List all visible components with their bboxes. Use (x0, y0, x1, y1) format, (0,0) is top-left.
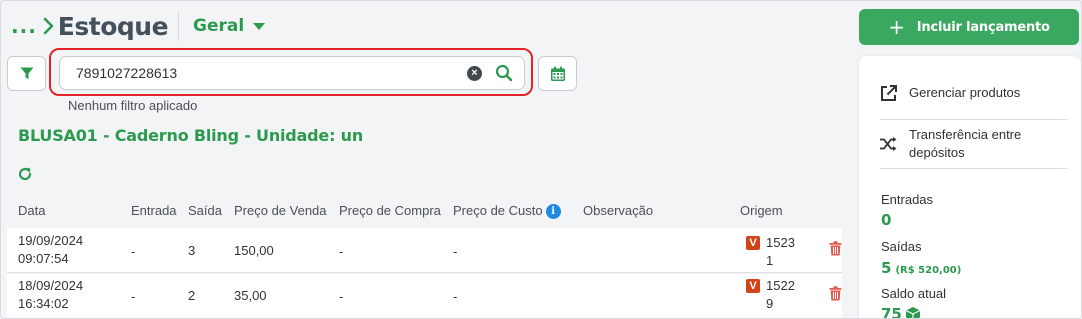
row-date: 18/09/2024 16:34:02 (18, 277, 83, 313)
refresh-icon[interactable] (17, 166, 33, 187)
saldo-amount: 75 (881, 305, 902, 319)
row-date: 19/09/2024 09:07:54 (18, 232, 83, 268)
entradas-label: Entradas (881, 192, 934, 207)
row-date-day: 19/09/2024 (18, 233, 84, 248)
panel-divider (880, 119, 1068, 120)
search-icon[interactable] (495, 64, 513, 87)
chevron-right-icon (43, 17, 54, 35)
table-row[interactable]: 19/09/2024 09:07:54 - 3 150,00 - - V 1523… (7, 228, 842, 273)
row-entrada: - (131, 289, 136, 304)
origin-number: 1523 (766, 235, 795, 250)
info-icon[interactable]: i (545, 204, 561, 219)
add-entry-label: Incluir lançamento (916, 19, 1050, 35)
origin-number: 1522 (766, 278, 795, 293)
saldo-value: 75 (881, 305, 921, 319)
row-preco-compra: - (339, 244, 344, 259)
product-title: BLUSA01 - Caderno Bling - Unidade: un (18, 126, 364, 145)
calendar-icon (550, 66, 565, 81)
col-preco-custo: Preço de Custo i (453, 203, 561, 219)
plus-icon: + (888, 15, 905, 39)
row-preco-venda: 150,00 (234, 243, 274, 258)
transfer-label: Transferência entre depósitos (909, 126, 1021, 162)
search-highlight: × (49, 48, 533, 96)
row-preco-custo: - (453, 244, 458, 259)
row-origem[interactable]: V 1522 9 (746, 277, 795, 313)
clear-icon[interactable]: × (467, 66, 482, 81)
saidas-value: 5 (R$ 520,00) (881, 259, 961, 277)
box-icon (905, 307, 921, 318)
view-selector-label: Geral (193, 16, 245, 36)
manage-products-label: Gerenciar produtos (909, 85, 1021, 100)
filter-status-text: Nenhum filtro aplicado (68, 98, 198, 113)
breadcrumb-ellipsis[interactable]: ... (11, 14, 37, 38)
origin-badge: V (746, 279, 760, 293)
entradas-value: 0 (881, 211, 892, 229)
col-preco-venda: Preço de Venda (234, 203, 327, 218)
manage-products-link[interactable]: Gerenciar produtos (879, 84, 1020, 103)
row-date-time: 09:07:54 (18, 251, 69, 266)
col-saida: Saída (188, 203, 222, 218)
page-title: Estoque (57, 11, 169, 41)
row-entrada: - (131, 244, 136, 259)
shuffle-icon (880, 137, 897, 151)
table-header: Data Entrada Saída Preço de Venda Preço … (1, 200, 851, 220)
caret-down-icon (253, 22, 266, 30)
panel-divider (880, 168, 1068, 169)
view-selector[interactable]: Geral (193, 16, 266, 36)
col-origem: Origem (740, 203, 783, 218)
row-preco-compra: - (339, 289, 344, 304)
col-entrada: Entrada (131, 203, 177, 218)
col-preco-compra: Preço de Compra (339, 203, 441, 218)
search-box: × (59, 56, 525, 90)
row-saida: 3 (188, 243, 196, 258)
row-preco-custo: - (453, 289, 458, 304)
table-row[interactable]: 18/09/2024 16:34:02 - 2 35,00 - - V 1522 … (7, 274, 842, 318)
side-panel: Gerenciar produtos Transferência entre de… (859, 56, 1081, 319)
filter-button[interactable] (7, 56, 46, 91)
header-divider (178, 11, 180, 41)
saidas-label: Saídas (881, 239, 922, 254)
external-link-icon (881, 85, 897, 101)
col-data: Data (18, 203, 46, 218)
origin-number-cont: 1 (766, 253, 774, 268)
col-observacao: Observação (583, 203, 654, 218)
saldo-label: Saldo atual (881, 286, 947, 301)
trash-icon[interactable] (829, 286, 842, 306)
transfer-label-line2: depósitos (909, 145, 965, 160)
row-origem[interactable]: V 1523 1 (746, 234, 795, 270)
trash-icon[interactable] (829, 241, 842, 261)
transfer-link[interactable]: Transferência entre depósitos (879, 126, 1021, 162)
date-filter-button[interactable] (538, 56, 577, 91)
origin-badge: V (746, 236, 760, 250)
row-preco-venda: 35,00 (234, 288, 267, 303)
filter-icon (20, 67, 33, 79)
row-saida: 2 (188, 288, 196, 303)
saidas-amount: 5 (881, 259, 892, 277)
add-entry-button[interactable]: + Incluir lançamento (859, 9, 1079, 45)
stock-page: ... Estoque Geral × (0, 0, 1082, 319)
breadcrumb: ... Estoque Geral (11, 9, 266, 43)
origin-number-cont: 9 (766, 296, 774, 311)
col-preco-custo-label: Preço de Custo (453, 203, 543, 218)
row-date-day: 18/09/2024 (18, 278, 84, 293)
saidas-total: (R$ 520,00) (895, 265, 962, 276)
row-date-time: 16:34:02 (18, 296, 69, 311)
search-input[interactable] (76, 58, 456, 88)
transfer-label-line1: Transferência entre (909, 127, 1022, 142)
